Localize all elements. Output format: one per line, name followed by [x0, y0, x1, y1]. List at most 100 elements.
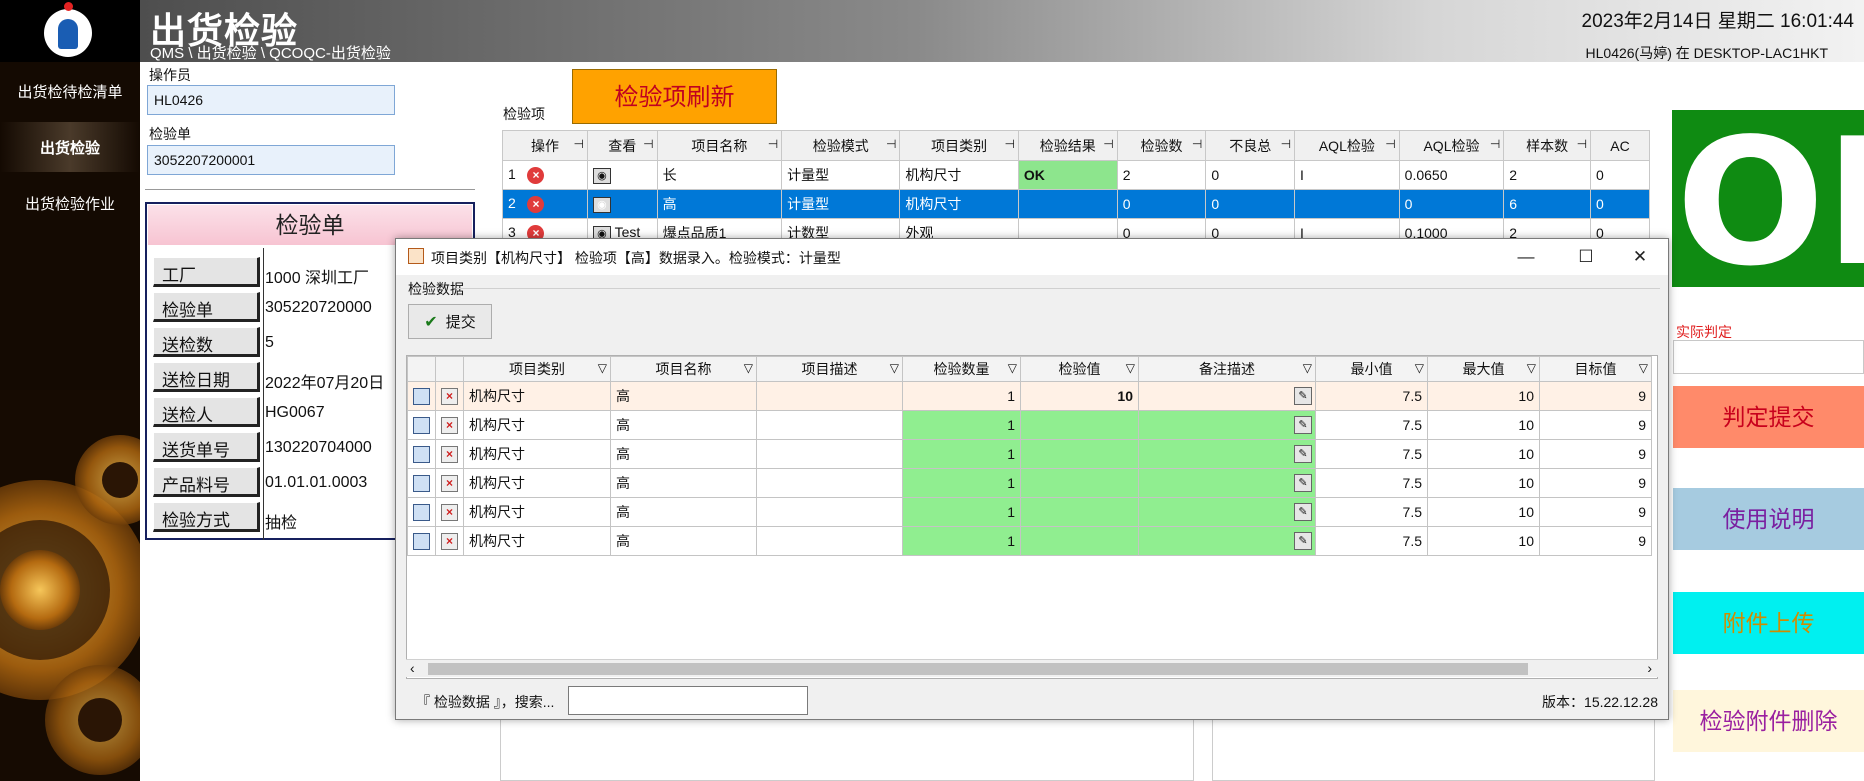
- filter-icon[interactable]: ▽: [1527, 361, 1536, 375]
- sidebar-item-shipment-inspection[interactable]: 出货检验: [0, 122, 140, 172]
- table-row[interactable]: × 机构尺寸 高 1 ✎ 7.5 10 9: [407, 526, 1652, 556]
- scroll-left-icon[interactable]: ‹: [410, 660, 415, 676]
- col-header-view[interactable]: 查看 ⊣: [586, 130, 658, 161]
- filter-icon[interactable]: ▽: [890, 361, 899, 375]
- help-button[interactable]: 使用说明: [1673, 488, 1864, 550]
- note-edit-icon[interactable]: ✎: [1294, 503, 1312, 521]
- maximize-icon[interactable]: ☐: [1566, 243, 1606, 271]
- edit-icon[interactable]: [413, 532, 430, 550]
- refresh-items-button[interactable]: 检验项刷新: [572, 69, 777, 124]
- close-icon[interactable]: ✕: [1620, 243, 1660, 271]
- note-edit-icon[interactable]: ✎: [1294, 416, 1312, 434]
- pin-icon[interactable]: ⊣: [643, 137, 653, 151]
- col-header-action[interactable]: 操作 ⊣: [502, 130, 588, 161]
- sidebar-item-pending-list[interactable]: 出货检待检清单: [0, 66, 140, 116]
- edit-icon[interactable]: [413, 503, 430, 521]
- table-row[interactable]: 3 × ◉ Test 爆点品质1 计数型 外观 0 0 I 0.1000 2 0: [502, 218, 1650, 240]
- pin-icon[interactable]: ⊣: [1577, 137, 1587, 151]
- delete-icon[interactable]: ×: [527, 167, 545, 184]
- table-row[interactable]: × 机构尺寸 高 1 ✎ 7.5 10 9: [407, 468, 1652, 498]
- pin-icon[interactable]: ⊣: [1281, 137, 1291, 151]
- pin-icon[interactable]: ⊣: [886, 137, 896, 151]
- filter-icon[interactable]: ▽: [1008, 361, 1017, 375]
- note-edit-icon[interactable]: ✎: [1294, 532, 1312, 550]
- upload-attachment-button[interactable]: 附件上传: [1673, 592, 1864, 654]
- remark-cell[interactable]: ✎: [1138, 381, 1316, 411]
- pin-icon[interactable]: ⊣: [768, 137, 778, 151]
- note-edit-icon[interactable]: ✎: [1294, 474, 1312, 492]
- col-header-mode[interactable]: 检验模式 ⊣: [781, 130, 901, 161]
- col-header-remark[interactable]: 备注描述 ▽: [1138, 356, 1316, 382]
- note-edit-icon[interactable]: ✎: [1294, 387, 1312, 405]
- col-header-target[interactable]: 目标值 ▽: [1539, 356, 1652, 382]
- delete-attachment-button[interactable]: 检验附件删除: [1673, 690, 1864, 752]
- col-header-name[interactable]: 项目名称 ⊣: [656, 130, 783, 161]
- view-icon[interactable]: ◉: [592, 197, 611, 213]
- remark-cell[interactable]: ✎: [1138, 497, 1316, 527]
- delete-row-icon[interactable]: ×: [441, 503, 458, 521]
- col-header-result[interactable]: 检验结果 ⊣: [1017, 130, 1118, 161]
- value-cell[interactable]: 10: [1020, 381, 1139, 411]
- delete-row-icon[interactable]: ×: [441, 387, 458, 405]
- table-row[interactable]: × 机构尺寸 高 1 10 ✎ 7.5 10 9: [407, 381, 1652, 411]
- value-cell[interactable]: [1020, 526, 1139, 556]
- note-edit-icon[interactable]: ✎: [1294, 445, 1312, 463]
- pin-icon[interactable]: ⊣: [1192, 137, 1202, 151]
- remark-cell[interactable]: ✎: [1138, 526, 1316, 556]
- value-cell[interactable]: [1020, 410, 1139, 440]
- col-header-sample[interactable]: 样本数 ⊣: [1503, 130, 1592, 161]
- scroll-right-icon[interactable]: ›: [1647, 660, 1652, 676]
- submit-button[interactable]: ✔ 提交: [408, 304, 492, 339]
- delete-row-icon[interactable]: ×: [441, 445, 458, 463]
- minimize-icon[interactable]: —: [1506, 243, 1546, 271]
- edit-icon[interactable]: [413, 387, 430, 405]
- filter-icon[interactable]: ▽: [744, 361, 753, 375]
- table-row-selected[interactable]: 2 × ◉ 高 计量型 机构尺寸 0 0 0 6 0: [502, 189, 1650, 219]
- operator-field[interactable]: HL0426: [147, 85, 395, 115]
- value-cell[interactable]: [1020, 497, 1139, 527]
- edit-icon[interactable]: [413, 474, 430, 492]
- col-header-max[interactable]: 最大值 ▽: [1427, 356, 1540, 382]
- remark-cell[interactable]: ✎: [1138, 439, 1316, 469]
- col-header-desc[interactable]: 项目描述 ▽: [756, 356, 903, 382]
- col-header-aql[interactable]: AQL检验 ⊣: [1398, 130, 1505, 161]
- dialog-titlebar[interactable]: 项目类别【机构尺寸】 检验项【高】数据录入。检验模式：计量型 — ☐ ✕: [396, 239, 1668, 275]
- table-row[interactable]: × 机构尺寸 高 1 ✎ 7.5 10 9: [407, 410, 1652, 440]
- judge-submit-button[interactable]: 判定提交: [1673, 386, 1864, 448]
- pin-icon[interactable]: ⊣: [1490, 137, 1500, 151]
- col-header-category[interactable]: 项目类别 ⊣: [899, 130, 1019, 161]
- delete-row-icon[interactable]: ×: [441, 416, 458, 434]
- order-field[interactable]: 3052207200001: [147, 145, 395, 175]
- delete-icon[interactable]: ×: [527, 196, 545, 213]
- delete-row-icon[interactable]: ×: [441, 474, 458, 492]
- filter-icon[interactable]: ▽: [1639, 361, 1648, 375]
- delete-row-icon[interactable]: ×: [441, 532, 458, 550]
- value-cell[interactable]: [1020, 468, 1139, 498]
- filter-icon[interactable]: ▽: [1303, 361, 1312, 375]
- filter-icon[interactable]: ▽: [598, 361, 607, 375]
- actual-judgement-input[interactable]: [1673, 340, 1864, 374]
- col-header-count[interactable]: 检验数 ⊣: [1116, 130, 1207, 161]
- table-row[interactable]: 1 × ◉ 长 计量型 机构尺寸 OK 2 0 I 0.0650 2 0: [502, 160, 1650, 190]
- col-header-defect[interactable]: 不良总 ⊣: [1205, 130, 1296, 161]
- pin-icon[interactable]: ⊣: [1385, 137, 1395, 151]
- filter-icon[interactable]: ▽: [1415, 361, 1424, 375]
- filter-icon[interactable]: ▽: [1126, 361, 1135, 375]
- table-row[interactable]: × 机构尺寸 高 1 ✎ 7.5 10 9: [407, 497, 1652, 527]
- remark-cell[interactable]: ✎: [1138, 410, 1316, 440]
- pin-icon[interactable]: ⊣: [1103, 137, 1113, 151]
- col-header-qty[interactable]: 检验数量 ▽: [902, 356, 1021, 382]
- col-header-min[interactable]: 最小值 ▽: [1315, 356, 1428, 382]
- col-header-aql[interactable]: AQL检验 ⊣: [1294, 130, 1400, 161]
- scroll-thumb[interactable]: [428, 663, 1528, 675]
- pin-icon[interactable]: ⊣: [573, 137, 583, 151]
- view-icon[interactable]: ◉: [592, 168, 611, 184]
- edit-icon[interactable]: [413, 445, 430, 463]
- pin-icon[interactable]: ⊣: [1004, 137, 1014, 151]
- value-cell[interactable]: [1020, 439, 1139, 469]
- edit-icon[interactable]: [413, 416, 430, 434]
- table-row[interactable]: × 机构尺寸 高 1 ✎ 7.5 10 9: [407, 439, 1652, 469]
- col-header-category[interactable]: 项目类别 ▽: [463, 356, 611, 382]
- search-input[interactable]: [568, 686, 808, 715]
- col-header-value[interactable]: 检验值 ▽: [1020, 356, 1139, 382]
